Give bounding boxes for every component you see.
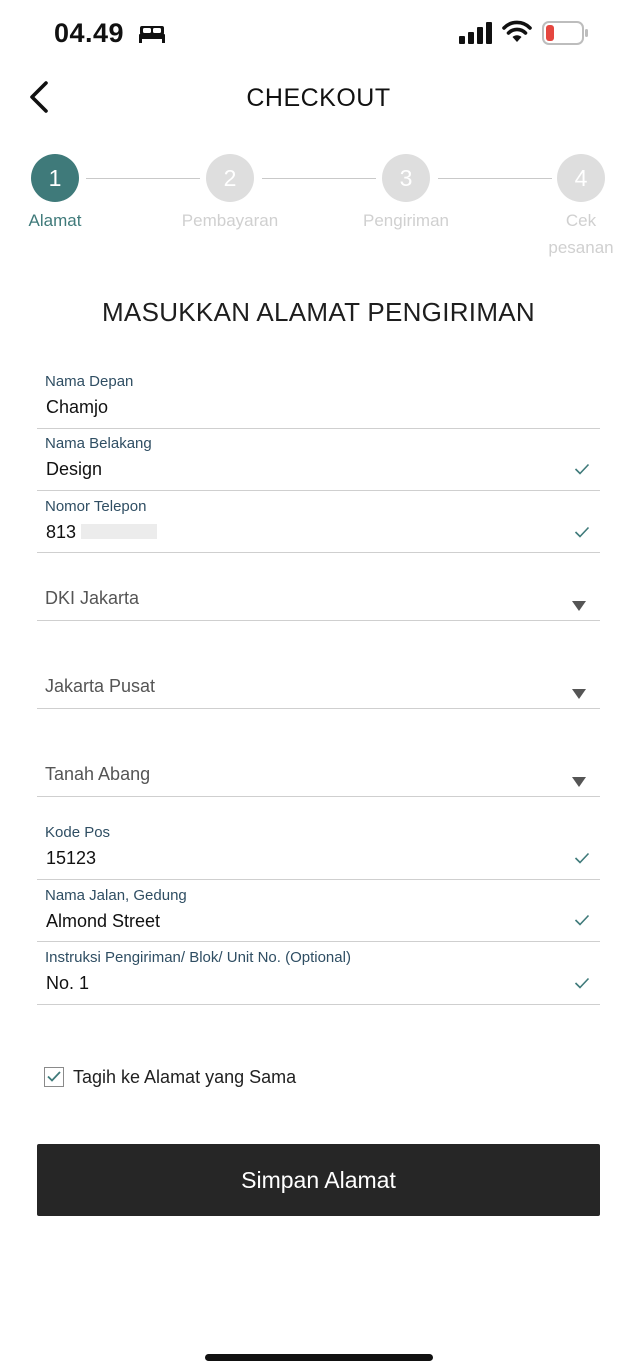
step-3-circle[interactable]: 3	[382, 154, 430, 202]
home-indicator	[205, 1354, 433, 1361]
stepper-connector	[86, 178, 200, 179]
street-field[interactable]: Nama Jalan, Gedung Almond Street	[37, 879, 600, 942]
dropdown-arrow-icon	[572, 777, 586, 787]
delivery-instructions-field[interactable]: Instruksi Pengiriman/ Blok/ Unit No. (Op…	[37, 941, 600, 1005]
last-name-value[interactable]: Design	[46, 459, 102, 480]
street-value[interactable]: Almond Street	[46, 911, 160, 932]
province-select[interactable]: DKI Jakarta	[37, 578, 600, 621]
page-title: CHECKOUT	[246, 84, 391, 112]
first-name-value[interactable]: Chamjo	[46, 397, 108, 418]
first-name-label: Nama Depan	[45, 373, 134, 390]
last-name-field[interactable]: Nama Belakang Design	[37, 428, 600, 491]
first-name-field[interactable]: Nama Depan Chamjo	[37, 366, 600, 429]
check-icon	[574, 977, 590, 989]
phone-field[interactable]: Nomor Telepon 813	[37, 490, 600, 553]
postal-code-value[interactable]: 15123	[46, 848, 96, 869]
check-icon	[574, 463, 590, 475]
checkmark-icon	[47, 1071, 61, 1082]
stepper-connector	[438, 178, 552, 179]
city-value: Jakarta Pusat	[45, 676, 156, 696]
province-value: DKI Jakarta	[45, 588, 140, 608]
save-address-button[interactable]: Simpan Alamat	[37, 1144, 600, 1216]
step-4-circle[interactable]: 4	[557, 154, 605, 202]
check-icon	[574, 914, 590, 926]
step-4-label: Cek pesanan	[541, 207, 621, 261]
step-3-label: Pengiriman	[363, 211, 449, 230]
step-4-label-line2: pesanan	[548, 238, 614, 257]
status-time: 04.49	[54, 18, 125, 48]
city-select[interactable]: Jakarta Pusat	[37, 666, 600, 709]
stepper-connector	[262, 178, 376, 179]
section-heading: MASUKKAN ALAMAT PENGIRIMAN	[101, 297, 536, 327]
check-icon	[574, 526, 590, 538]
battery-low-icon	[542, 21, 588, 45]
postal-code-label: Kode Pos	[45, 824, 111, 841]
signal-icon	[459, 22, 492, 44]
wifi-icon	[502, 20, 532, 42]
same-billing-checkbox[interactable]	[44, 1067, 64, 1087]
district-select[interactable]: Tanah Abang	[37, 754, 600, 797]
step-2-label: Pembayaran	[181, 211, 279, 230]
last-name-label: Nama Belakang	[45, 435, 152, 452]
postal-code-field[interactable]: Kode Pos 15123	[37, 817, 600, 880]
phone-value[interactable]: 813	[46, 522, 76, 543]
bed-icon	[139, 26, 165, 43]
same-billing-label[interactable]: Tagih ke Alamat yang Sama	[73, 1067, 296, 1088]
street-label: Nama Jalan, Gedung	[45, 887, 187, 904]
step-1-label: Alamat	[28, 211, 82, 230]
dropdown-arrow-icon	[572, 689, 586, 699]
delivery-instructions-label: Instruksi Pengiriman/ Blok/ Unit No. (Op…	[45, 949, 351, 966]
check-icon	[574, 852, 590, 864]
step-2-circle[interactable]: 2	[206, 154, 254, 202]
delivery-instructions-value[interactable]: No. 1	[46, 973, 89, 994]
step-1-circle[interactable]: 1	[31, 154, 79, 202]
dropdown-arrow-icon	[572, 601, 586, 611]
phone-label: Nomor Telepon	[45, 498, 147, 515]
district-value: Tanah Abang	[45, 764, 151, 784]
step-4-label-line1: Cek	[565, 211, 597, 230]
redacted-phone-digits	[81, 524, 157, 539]
